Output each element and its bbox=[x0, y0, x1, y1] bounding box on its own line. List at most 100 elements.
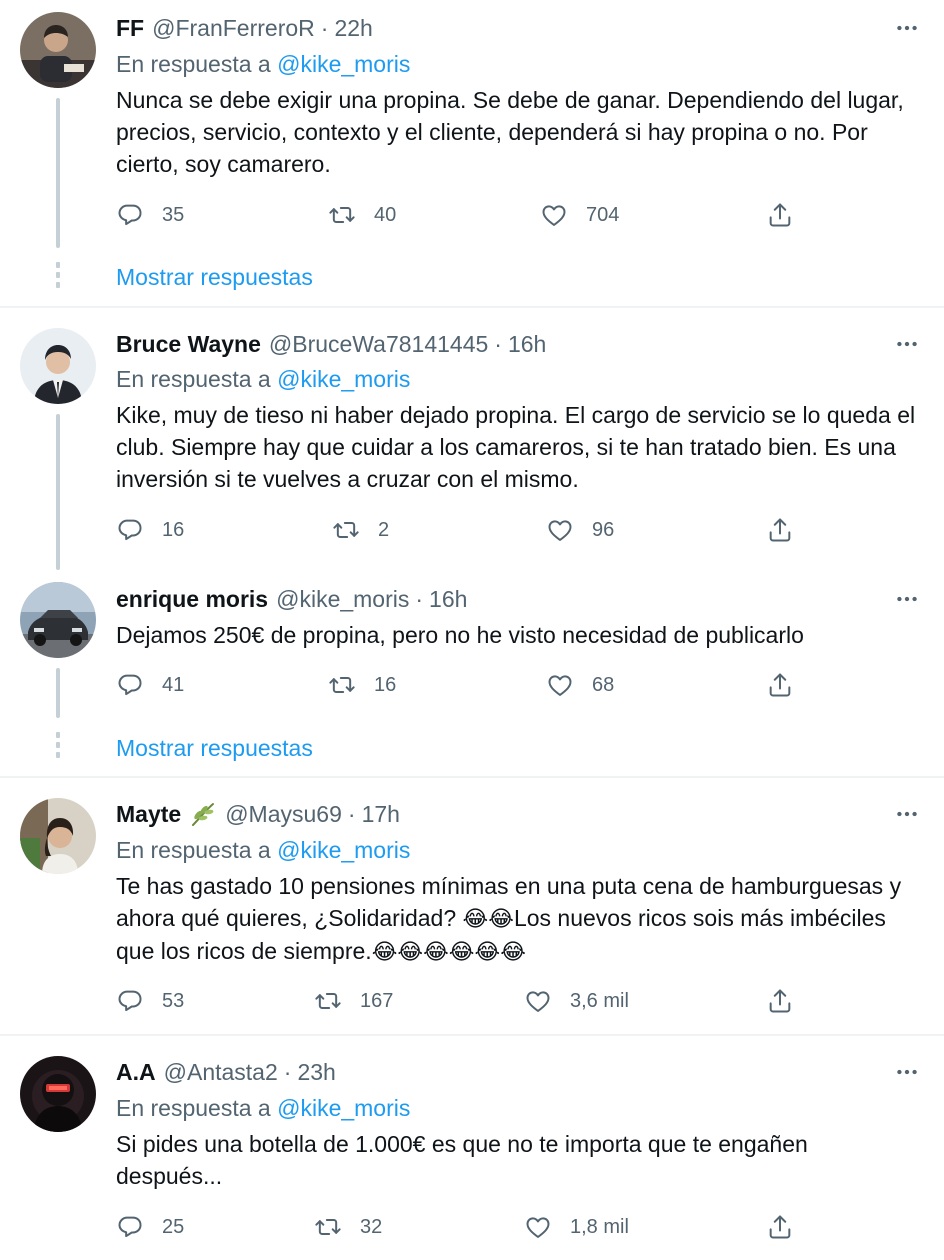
laughing-emoji-icon: 😂😂 bbox=[462, 906, 514, 931]
tweet-4[interactable]: Mayte @Maysu69 · 17h En respuesta a @kik… bbox=[0, 778, 944, 1034]
show-replies-link[interactable]: Mostrar respuestas bbox=[116, 264, 313, 291]
retweet-icon bbox=[332, 516, 360, 544]
share-button[interactable] bbox=[766, 200, 794, 230]
timestamp[interactable]: 23h bbox=[297, 1059, 335, 1086]
reply-button[interactable]: 25 bbox=[116, 1212, 184, 1242]
retweet-icon bbox=[328, 671, 356, 699]
tweet-2[interactable]: Bruce Wayne @BruceWa78141445 · 16h En re… bbox=[0, 308, 944, 570]
retweet-button[interactable]: 32 bbox=[314, 1212, 382, 1242]
like-button[interactable]: 1,8 mil bbox=[524, 1212, 629, 1242]
like-button[interactable]: 68 bbox=[546, 670, 614, 700]
display-name[interactable]: A.A bbox=[116, 1059, 156, 1086]
tweet-actions: 53 167 3,6 mil bbox=[116, 986, 916, 1016]
like-icon bbox=[546, 671, 574, 699]
more-options-button[interactable] bbox=[892, 1057, 922, 1087]
tweet-header: enrique moris @kike_moris · 16h bbox=[116, 584, 467, 614]
retweet-button[interactable]: 2 bbox=[332, 515, 389, 545]
mention-link[interactable]: @kike_moris bbox=[277, 837, 410, 863]
like-icon bbox=[540, 201, 568, 229]
more-options-button[interactable] bbox=[892, 584, 922, 614]
tweet-1[interactable]: FF @FranFerreroR · 22h En respuesta a @k… bbox=[0, 0, 944, 306]
reply-icon bbox=[116, 1213, 144, 1241]
reply-button[interactable]: 35 bbox=[116, 200, 184, 230]
display-name[interactable]: Bruce Wayne bbox=[116, 331, 261, 358]
tweet-text: Dejamos 250€ de propina, pero no he vist… bbox=[116, 622, 804, 648]
reply-button[interactable]: 41 bbox=[116, 670, 184, 700]
timestamp[interactable]: 16h bbox=[508, 331, 546, 358]
user-handle[interactable]: @Maysu69 bbox=[225, 801, 342, 828]
more-icon bbox=[894, 801, 920, 827]
tweet-header: A.A @Antasta2 · 23h bbox=[116, 1057, 336, 1087]
like-count: 68 bbox=[592, 673, 615, 696]
leaf-emoji-icon bbox=[189, 801, 217, 827]
like-icon bbox=[524, 1213, 552, 1241]
retweet-icon bbox=[314, 987, 342, 1015]
separator: · bbox=[283, 1058, 292, 1085]
separator: · bbox=[347, 800, 356, 827]
user-handle[interactable]: @FranFerreroR bbox=[152, 15, 315, 42]
like-button[interactable]: 3,6 mil bbox=[524, 986, 629, 1016]
reply-button[interactable]: 16 bbox=[116, 515, 184, 545]
mention-link[interactable]: @kike_moris bbox=[277, 51, 410, 77]
timestamp[interactable]: 16h bbox=[429, 586, 467, 613]
display-name[interactable]: Mayte bbox=[116, 801, 181, 828]
like-button[interactable]: 96 bbox=[546, 515, 614, 545]
more-icon bbox=[894, 1059, 920, 1085]
like-button[interactable]: 704 bbox=[540, 200, 619, 230]
tweet-header: Mayte @Maysu69 · 17h bbox=[116, 799, 400, 829]
reply-to: En respuesta a @kike_moris bbox=[116, 837, 410, 864]
like-count: 96 bbox=[592, 518, 615, 541]
retweet-count: 167 bbox=[360, 989, 394, 1012]
timestamp[interactable]: 22h bbox=[334, 15, 372, 42]
tweet-actions: 16 2 96 bbox=[116, 515, 916, 545]
share-button[interactable] bbox=[766, 986, 794, 1016]
reply-prefix: En respuesta a bbox=[116, 1095, 271, 1121]
reply-prefix: En respuesta a bbox=[116, 837, 271, 863]
tweet-5[interactable]: A.A @Antasta2 · 23h En respuesta a @kike… bbox=[0, 1036, 944, 1260]
reply-icon bbox=[116, 516, 144, 544]
retweet-count: 32 bbox=[360, 1215, 383, 1238]
separator: · bbox=[415, 585, 424, 612]
tweet-text: Kike, muy de tieso ni haber dejado propi… bbox=[116, 402, 916, 492]
user-handle[interactable]: @kike_moris bbox=[276, 586, 409, 613]
more-options-button[interactable] bbox=[892, 329, 922, 359]
avatar[interactable] bbox=[20, 12, 96, 88]
share-icon bbox=[766, 1213, 794, 1241]
share-icon bbox=[766, 201, 794, 229]
display-name[interactable]: enrique moris bbox=[116, 586, 268, 613]
avatar[interactable] bbox=[20, 1056, 96, 1132]
avatar[interactable] bbox=[20, 582, 96, 658]
more-options-button[interactable] bbox=[892, 799, 922, 829]
tweet-text: Nunca se debe exigir una propina. Se deb… bbox=[116, 87, 904, 177]
show-replies-link[interactable]: Mostrar respuestas bbox=[116, 735, 313, 762]
user-handle[interactable]: @BruceWa78141445 bbox=[269, 331, 488, 358]
tweet-text: Te has gastado 10 pensiones mínimas en u… bbox=[116, 870, 916, 968]
timestamp[interactable]: 17h bbox=[362, 801, 400, 828]
mention-link[interactable]: @kike_moris bbox=[277, 1095, 410, 1121]
share-button[interactable] bbox=[766, 670, 794, 700]
reply-icon bbox=[116, 201, 144, 229]
retweet-button[interactable]: 167 bbox=[314, 986, 393, 1016]
retweet-button[interactable]: 40 bbox=[328, 200, 396, 230]
reply-icon bbox=[116, 987, 144, 1015]
share-button[interactable] bbox=[766, 515, 794, 545]
tweet-3[interactable]: enrique moris @kike_moris · 16h Dejamos … bbox=[0, 570, 944, 776]
tweet-actions: 41 16 68 bbox=[116, 670, 916, 700]
tweet-actions: 35 40 704 bbox=[116, 200, 916, 230]
avatar[interactable] bbox=[20, 798, 96, 874]
mention-link[interactable]: @kike_moris bbox=[277, 366, 410, 392]
more-icon bbox=[894, 586, 920, 612]
separator: · bbox=[320, 14, 329, 41]
like-icon bbox=[546, 516, 574, 544]
reply-button[interactable]: 53 bbox=[116, 986, 184, 1016]
share-button[interactable] bbox=[766, 1212, 794, 1242]
share-icon bbox=[766, 987, 794, 1015]
reply-count: 35 bbox=[162, 203, 185, 226]
more-icon bbox=[894, 15, 920, 41]
avatar[interactable] bbox=[20, 328, 96, 404]
display-name[interactable]: FF bbox=[116, 15, 144, 42]
reply-count: 25 bbox=[162, 1215, 185, 1238]
more-options-button[interactable] bbox=[892, 13, 922, 43]
retweet-button[interactable]: 16 bbox=[328, 670, 396, 700]
user-handle[interactable]: @Antasta2 bbox=[164, 1059, 278, 1086]
